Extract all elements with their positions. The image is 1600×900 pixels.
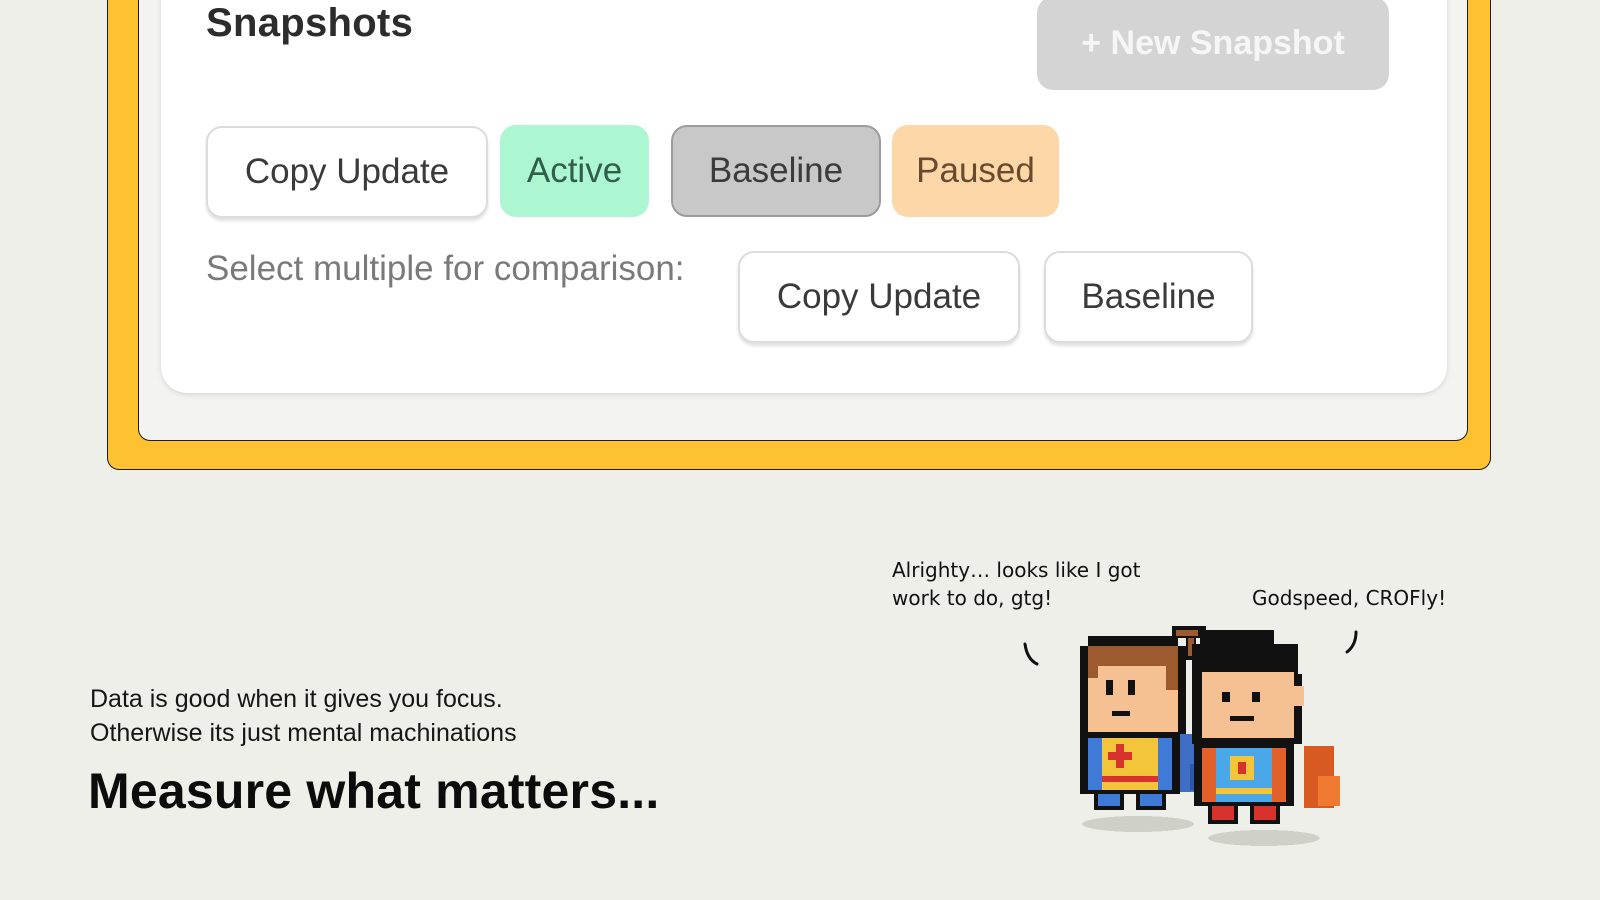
speech-right: Godspeed, CROFly! — [1252, 586, 1447, 610]
chip-active[interactable]: Active — [500, 125, 649, 217]
snapshots-title: Snapshots — [206, 1, 414, 45]
hero-brown-hair — [1080, 626, 1206, 810]
speech-left-line-1: Alrighty… looks like I got — [892, 558, 1141, 582]
chip-copy-update[interactable]: Copy Update — [206, 126, 488, 218]
speech-left-line-2: work to do, gtg! — [892, 586, 1053, 610]
snapshots-card: Snapshots + New Snapshot Copy Update Act… — [161, 0, 1447, 393]
pixel-heroes-illustration — [1080, 626, 1340, 846]
compare-chip-copy-update[interactable]: Copy Update — [738, 251, 1020, 343]
caption-line-1: Data is good when it gives you focus. — [90, 685, 503, 713]
speech-left: Alrighty… looks like I got work to do, g… — [892, 556, 1141, 612]
compare-chip-baseline[interactable]: Baseline — [1044, 251, 1253, 343]
snapshots-screenshot: Snapshots + New Snapshot Copy Update Act… — [138, 0, 1468, 441]
chip-paused[interactable]: Paused — [892, 125, 1059, 217]
new-snapshot-button[interactable]: + New Snapshot — [1037, 0, 1389, 90]
caption-line-2: Otherwise its just mental machinations — [90, 719, 517, 747]
compare-label: Select multiple for comparison: — [206, 249, 685, 288]
chip-baseline[interactable]: Baseline — [671, 125, 881, 217]
headline: Measure what matters... — [88, 763, 660, 819]
hero-black-hair — [1192, 630, 1340, 824]
speech-tick-left — [1023, 642, 1039, 666]
